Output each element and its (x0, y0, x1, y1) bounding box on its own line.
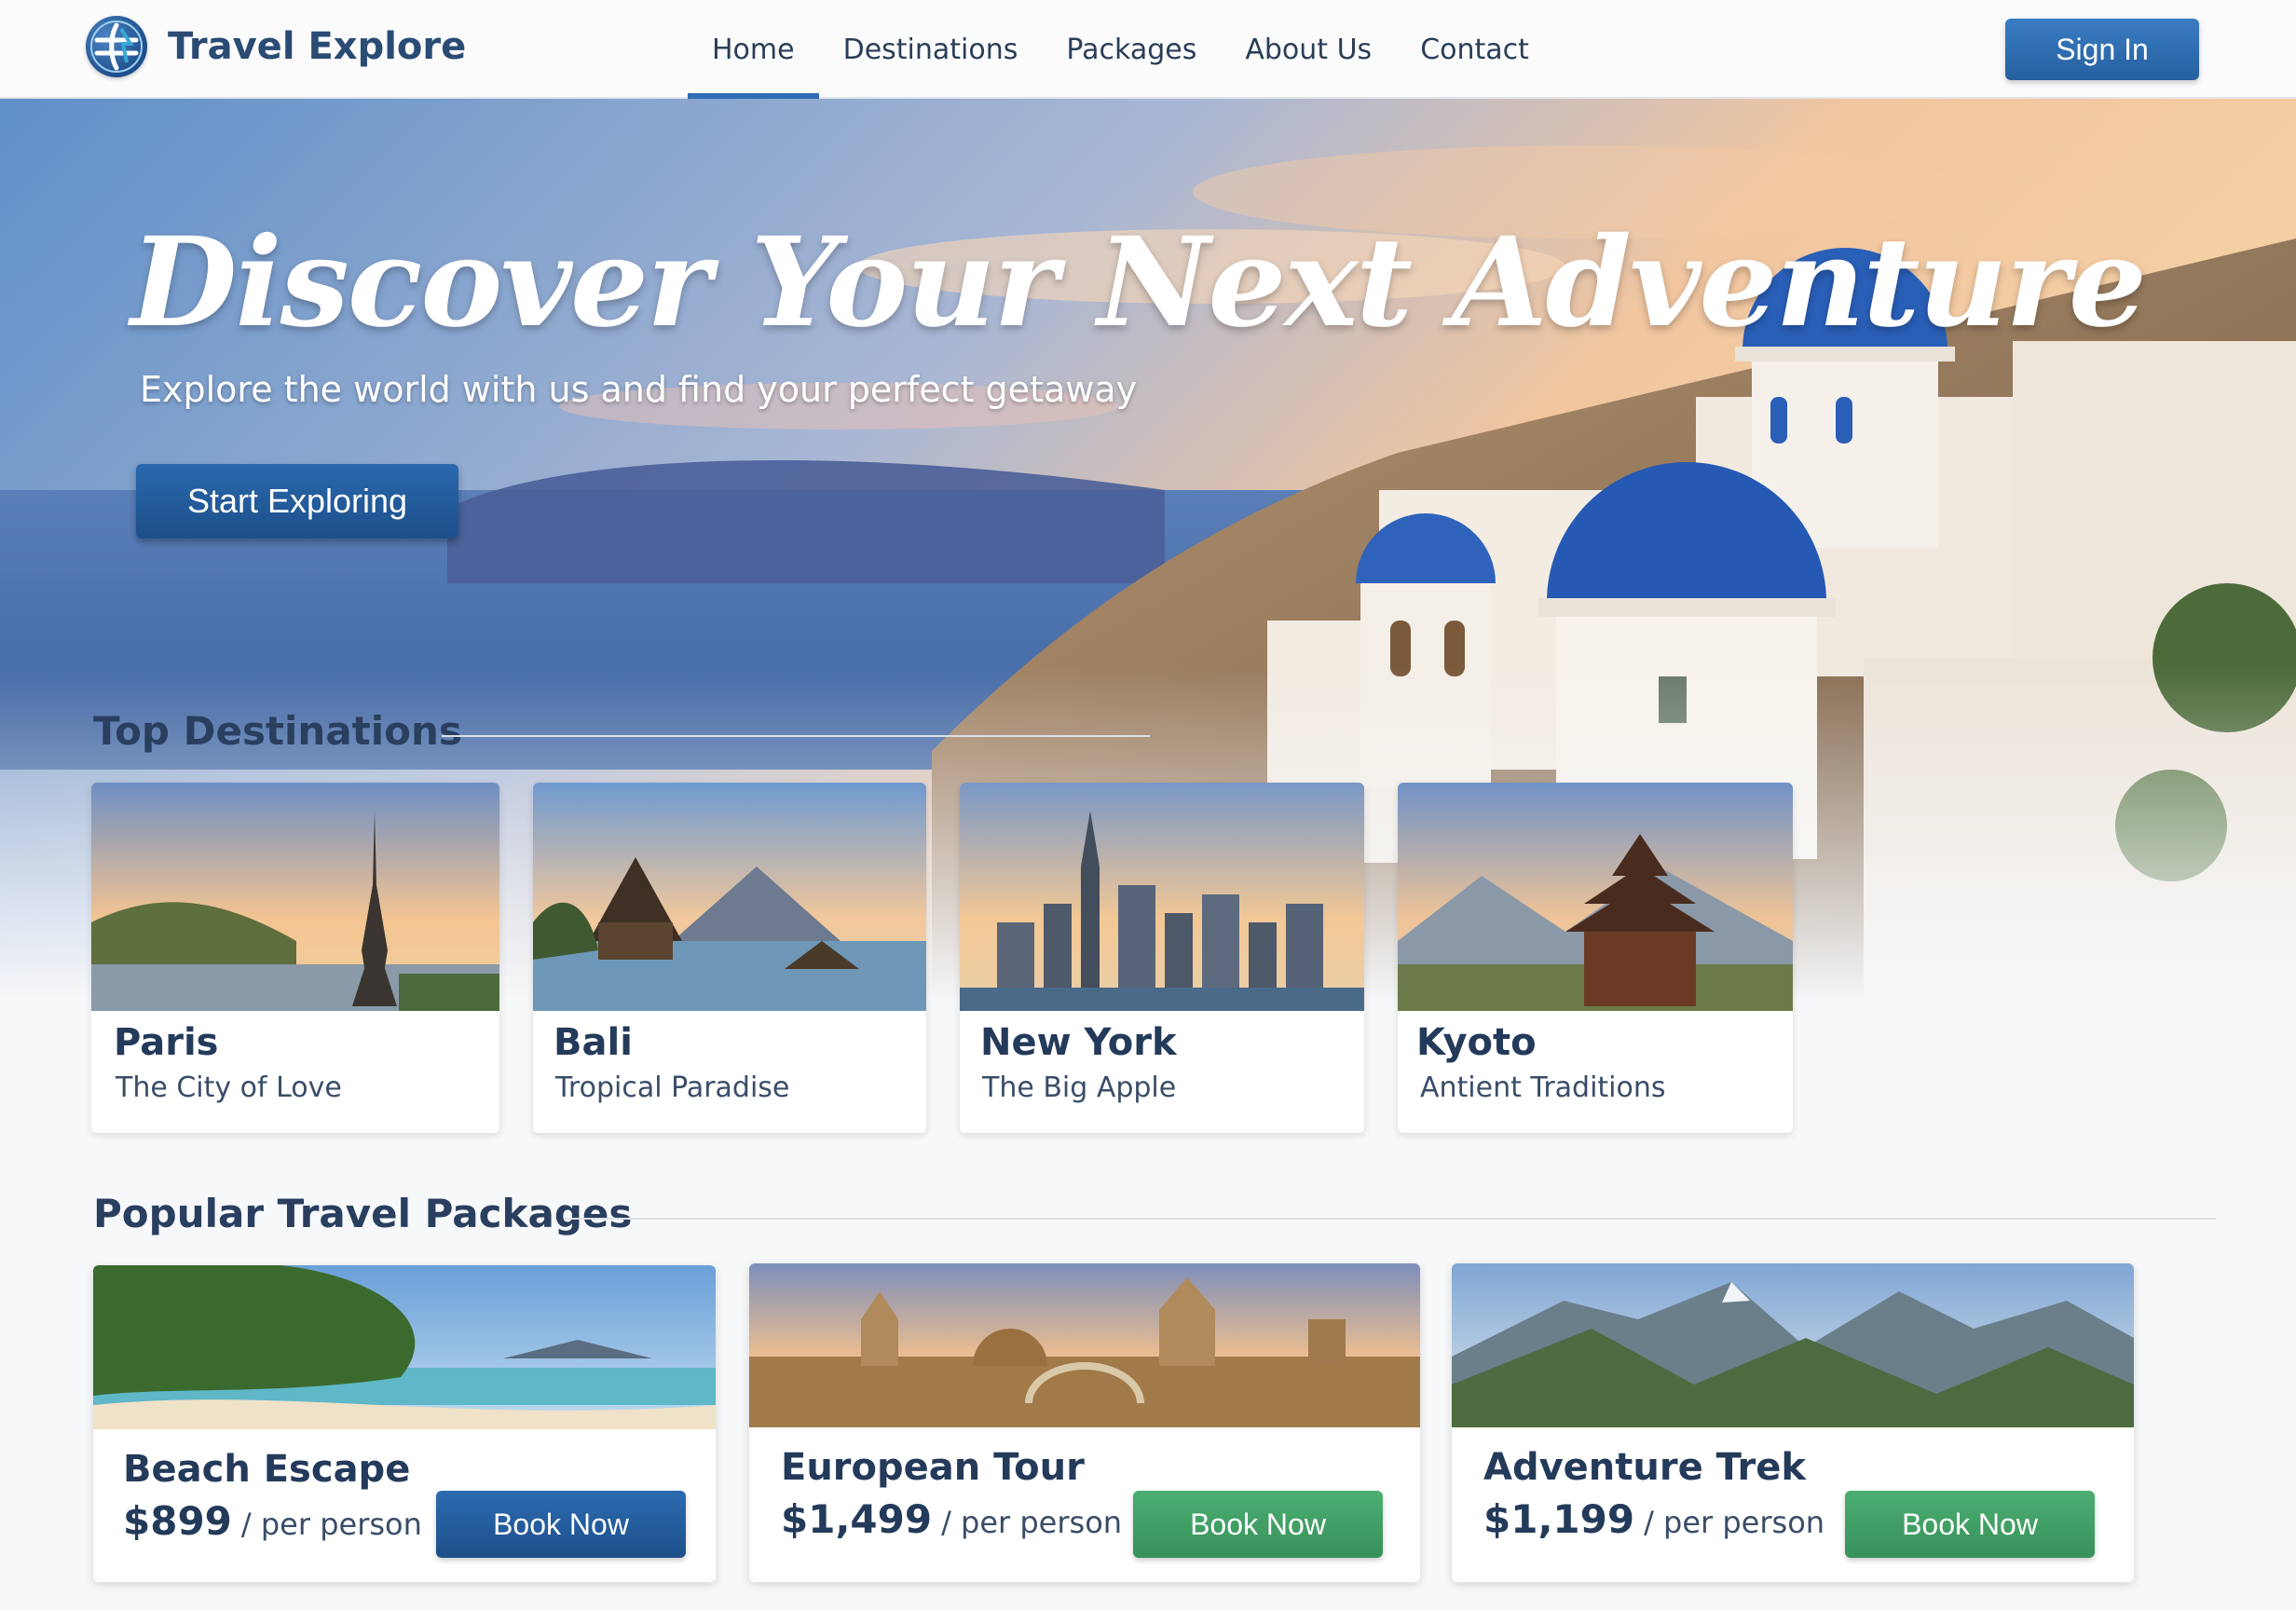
sign-in-button[interactable]: Sign In (2005, 19, 2199, 80)
destination-tagline: Antient Traditions (1420, 1071, 1666, 1104)
book-now-button[interactable]: Book Now (1133, 1491, 1383, 1558)
book-now-button[interactable]: Book Now (436, 1491, 686, 1558)
european-city-image (749, 1263, 1420, 1427)
destination-tagline: Tropical Paradise (555, 1071, 790, 1104)
package-price: $1,499/ per person (781, 1496, 1122, 1542)
price-value: $1,499 (781, 1496, 933, 1542)
section-divider (442, 735, 1150, 737)
package-card-european-tour[interactable]: European Tour $1,499/ per person Book No… (749, 1263, 1420, 1582)
nav-home[interactable]: Home (688, 0, 819, 99)
price-value: $899 (123, 1498, 232, 1544)
nav-about-us[interactable]: About Us (1221, 0, 1396, 99)
package-name: Adventure Trek (1483, 1446, 1806, 1489)
destination-tagline: The Big Apple (982, 1071, 1177, 1104)
main-nav: Home Destinations Packages About Us Cont… (688, 0, 1553, 99)
hero-title: Discover Your Next Adventure (130, 211, 2147, 355)
bali-image (533, 783, 926, 1011)
nav-packages[interactable]: Packages (1042, 0, 1221, 99)
price-unit: / per person (240, 1507, 422, 1542)
price-value: $1,199 (1483, 1496, 1635, 1542)
top-destinations-title: Top Destinations (93, 708, 462, 754)
nav-destinations[interactable]: Destinations (819, 0, 1043, 99)
destination-card-paris[interactable]: Paris The City of Love (91, 783, 499, 1133)
beach-image (93, 1265, 716, 1429)
paris-image (91, 783, 499, 1011)
popular-packages-title: Popular Travel Packages (93, 1191, 633, 1236)
destination-name: New York (980, 1021, 1177, 1064)
globe-icon (86, 16, 147, 77)
destination-card-bali[interactable]: Bali Tropical Paradise (533, 783, 926, 1133)
nav-contact[interactable]: Contact (1396, 0, 1553, 99)
new-york-image (960, 783, 1364, 1011)
destination-tagline: The City of Love (116, 1071, 342, 1104)
destination-card-kyoto[interactable]: Kyoto Antient Traditions (1398, 783, 1793, 1133)
price-unit: / per person (941, 1505, 1123, 1540)
brand-logo[interactable]: Travel Explore (86, 16, 466, 77)
price-unit: / per person (1644, 1505, 1825, 1540)
mountain-image (1452, 1263, 2134, 1427)
package-card-adventure-trek[interactable]: Adventure Trek $1,199 / per person Book N… (1452, 1263, 2134, 1582)
package-name: European Tour (781, 1446, 1085, 1489)
book-now-button[interactable]: Book Now (1845, 1491, 2095, 1558)
hero-subtitle: Explore the world with us and find your … (140, 369, 1138, 410)
top-navbar: Travel Explore Home Destinations Package… (0, 0, 2296, 99)
kyoto-image (1398, 783, 1793, 1011)
package-price: $899/ per person (123, 1498, 422, 1544)
package-price: $1,199 / per person (1483, 1496, 1824, 1542)
destination-name: Bali (554, 1021, 633, 1064)
section-divider (565, 1218, 2216, 1220)
brand-name: Travel Explore (168, 25, 467, 68)
package-name: Beach Escape (123, 1448, 411, 1491)
destination-name: Kyoto (1416, 1021, 1537, 1064)
package-card-beach-escape[interactable]: Beach Escape $899/ per person Book Now (93, 1265, 716, 1582)
start-exploring-button[interactable]: Start Exploring (136, 464, 458, 539)
destination-card-new-york[interactable]: New York The Big Apple (960, 783, 1364, 1133)
destination-name: Paris (114, 1021, 219, 1064)
